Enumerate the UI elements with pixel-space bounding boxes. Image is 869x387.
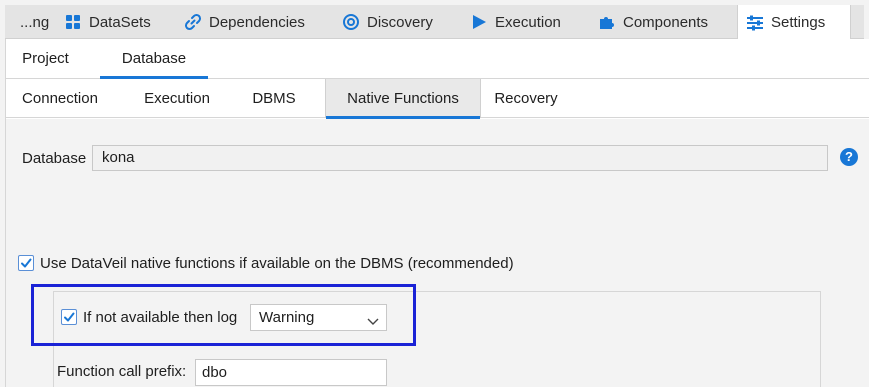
if-not-available-checkbox[interactable] [61, 309, 77, 325]
tab-label: Database [121, 50, 187, 67]
tab-label: ...ng [20, 13, 50, 31]
tab-database[interactable]: Database [100, 39, 208, 79]
prefix-label: Function call prefix: [57, 363, 187, 380]
tab-execution[interactable]: Execution [470, 5, 561, 39]
tab-native-functions[interactable]: Native Functions [325, 79, 481, 119]
database-field: kona [92, 145, 828, 171]
tab-label: Discovery [367, 13, 433, 31]
log-level-value: Warning [259, 309, 315, 326]
database-label: Database [22, 150, 87, 167]
tab-label: Components [623, 13, 709, 31]
play-icon [470, 13, 488, 31]
tab-datasets[interactable]: DataSets [64, 5, 151, 39]
tab-connection[interactable]: Connection [6, 79, 114, 118]
tab-label: Recovery [494, 90, 558, 107]
tab-project[interactable]: Project [6, 39, 85, 79]
sliders-icon [746, 14, 764, 32]
tab-dependencies[interactable]: Dependencies [184, 5, 305, 39]
use-native-checkbox[interactable] [18, 255, 34, 271]
checkmark-icon [21, 258, 32, 268]
settings-subtabs: Project Database [6, 39, 869, 79]
tab-label: Execution [495, 13, 561, 31]
help-icon[interactable]: ? [840, 148, 858, 166]
chevron-down-icon [366, 311, 380, 336]
use-native-label: Use DataVeil native functions if availab… [40, 255, 514, 272]
tab-components[interactable]: Components [598, 5, 708, 39]
tab-label: Native Functions [347, 90, 459, 107]
log-level-select[interactable]: Warning [250, 304, 387, 331]
target-icon [342, 13, 360, 31]
tab-label: Settings [771, 14, 826, 31]
tab-label: Project [22, 50, 69, 67]
if-not-available-label: If not available then log [83, 309, 238, 326]
tab-dbms[interactable]: DBMS [238, 79, 310, 118]
tab-truncated[interactable]: ...ng [20, 5, 49, 39]
tab-label: DataSets [89, 13, 151, 31]
tab-recovery[interactable]: Recovery [482, 79, 570, 118]
link-icon [184, 13, 202, 31]
native-functions-content: Database kona ? Use DataVeil native func… [6, 119, 869, 387]
tab-label: Connection [22, 90, 98, 107]
tab-label: Dependencies [209, 13, 305, 31]
checkmark-icon [64, 312, 75, 322]
tab-label: DBMS [252, 90, 296, 107]
puzzle-icon [598, 13, 616, 31]
grid-icon [64, 13, 82, 31]
settings-panel: Project Database Connection Execution DB… [5, 39, 869, 387]
tab-discovery[interactable]: Discovery [342, 5, 433, 39]
tab-label: Execution [144, 90, 210, 107]
database-subtabs: Connection Execution DBMS Native Functio… [6, 79, 869, 119]
tab-settings[interactable]: Settings [737, 5, 851, 40]
main-tab-bar: ...ng DataSets Dependencies Discovery Ex… [0, 0, 869, 40]
function-prefix-input[interactable]: dbo [195, 359, 387, 386]
tab-execution-db[interactable]: Execution [125, 79, 229, 118]
